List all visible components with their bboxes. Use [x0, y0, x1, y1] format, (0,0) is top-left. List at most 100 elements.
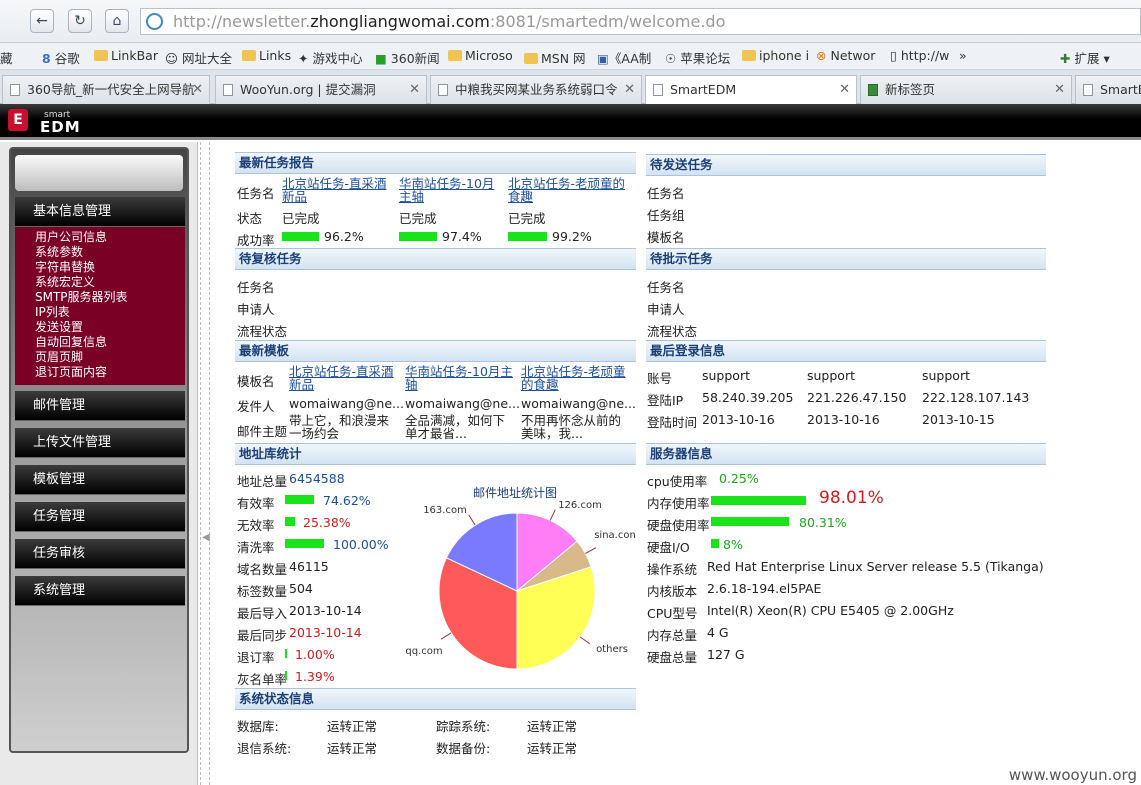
progress-bar [711, 539, 719, 548]
bookmark-item[interactable]: ■ 360新闻 [375, 48, 440, 67]
panel-title-server-info: 服务器信息 [646, 443, 1046, 465]
submenu-item[interactable]: 用户公司信息 [35, 230, 185, 245]
label-unsub-rate: 退订率 [237, 650, 275, 665]
bookmark-item[interactable]: 8 谷歌 [42, 48, 80, 67]
disk-usage-value: 80.31% [799, 515, 847, 530]
logo-text: EDM [40, 118, 81, 136]
menu-task[interactable]: 任务管理 [15, 502, 185, 532]
submenu-item[interactable]: IP列表 [35, 305, 185, 320]
label-disk-usage: 硬盘使用率 [647, 518, 710, 533]
panel-title-pending-approve: 待批示任务 [646, 248, 1046, 270]
home-button[interactable]: ⌂ [105, 9, 129, 33]
refresh-button[interactable]: ↻ [68, 9, 92, 33]
bookmark-item[interactable]: ▯ http://w [890, 48, 949, 63]
label-task-name: 任务名 [647, 186, 685, 201]
more-bookmarks-button[interactable]: » [959, 48, 967, 63]
page-icon: ▯ [890, 48, 897, 63]
collapse-arrow-icon[interactable]: ◀ [202, 532, 210, 543]
watermark: www.wooyun.org [1008, 766, 1137, 784]
search-icon: ☉ [665, 51, 677, 66]
bookmark-item[interactable]: LinkBar [94, 48, 158, 63]
bookmark-item[interactable]: ▣《AA制 [597, 48, 651, 67]
extensions-button[interactable]: ✚ 扩展 ▾ [1060, 48, 1110, 67]
folder-icon [242, 50, 256, 61]
pie-label: 126.com [558, 500, 602, 511]
sidebar-splitter[interactable]: ◀ [200, 142, 210, 785]
url-bar[interactable]: http://newsletter.zhongliangwomai.com:80… [140, 8, 1141, 35]
submenu-item[interactable]: 发送设置 [35, 320, 185, 335]
close-icon[interactable]: ✕ [839, 76, 850, 103]
gamepad-icon: ✦ [298, 51, 309, 66]
close-icon[interactable]: ✕ [624, 76, 635, 103]
tab-360[interactable]: 360导航_新一代安全上网导航 ✕ [2, 75, 210, 104]
gray-rate-value: 1.39% [295, 669, 335, 684]
label-account: 账号 [647, 371, 673, 386]
label-mem-total: 内存总量 [647, 628, 698, 643]
submenu-item[interactable]: 字符串替换 [35, 260, 185, 275]
bookmark-item[interactable]: ☉ 苹果论坛 [665, 48, 730, 67]
submenu-item[interactable]: 页眉页脚 [35, 350, 185, 365]
menu-system[interactable]: 系统管理 [15, 576, 185, 606]
label-status: 状态 [237, 211, 263, 226]
bookmark-item[interactable]: ☺ 网址大全 [165, 48, 232, 67]
submenu-item[interactable]: 退订页面内容 [35, 365, 185, 380]
template-subject: 不用再怀念从前的美味，我... [521, 413, 622, 441]
tab-smartedm[interactable]: SmartEDM ✕ [645, 75, 857, 105]
menu-task-review[interactable]: 任务审核 [15, 539, 185, 569]
menu-basic-info[interactable]: 基本信息管理 [15, 197, 185, 227]
tab-womai[interactable]: 中粮我买网某业务系统弱口令 ✕ [430, 75, 642, 104]
bookmark-item[interactable]: ⊗ Networ [816, 48, 875, 63]
template-link[interactable]: 北京站任务-老顽童的食趣 [521, 365, 635, 391]
folder-icon [524, 53, 538, 64]
pie-leader-line [440, 632, 452, 640]
tab-bar: 360导航_新一代安全上网导航 ✕ WooYun.org | 提交漏洞 ✕ 中粮我买… [0, 70, 1141, 105]
progress-bar [285, 671, 287, 680]
bookmark-item[interactable]: Links [242, 48, 291, 63]
task-link[interactable]: 北京站任务-老顽童的食趣 [508, 177, 634, 203]
close-icon[interactable]: ✕ [1054, 76, 1065, 103]
url-prefix: http://newsletter. [173, 12, 311, 31]
image-icon: ▣ [597, 51, 609, 66]
sidebar-area: 基本信息管理 用户公司信息 系统参数 字符串替换 系统宏定义 SMTP服务器列表… [0, 142, 198, 785]
chart-title: 邮件地址统计图 [473, 486, 557, 500]
bookmark-item[interactable]: ✦ 游戏中心 [298, 48, 362, 67]
bookmarks-bar: 藏 8 谷歌 LinkBar ☺ 网址大全 Links ✦ 游戏中心 ■ 360… [0, 43, 1141, 70]
valid-rate-value: 74.62% [323, 493, 371, 508]
login-ip: 58.240.39.205 [702, 390, 794, 405]
mem-usage-value: 98.01% [819, 488, 884, 508]
template-link[interactable]: 北京站任务-直采酒新品 [289, 365, 403, 391]
label-last-sync: 最后同步 [237, 628, 288, 643]
template-link[interactable]: 华南站任务-10月主轴 [405, 365, 517, 391]
progress-bar [285, 517, 295, 526]
label-task-group: 任务组 [647, 208, 685, 223]
folder-icon [94, 50, 108, 61]
status-label: 数据备份: [436, 741, 491, 756]
pie-leader-line [579, 636, 591, 645]
bookmark-item[interactable]: Microso [448, 48, 513, 63]
label-template-name: 模板名 [647, 230, 685, 245]
back-button[interactable]: ← [30, 9, 54, 33]
close-icon[interactable]: ✕ [409, 76, 420, 103]
kernel-value: 2.6.18-194.el5PAE [707, 581, 822, 596]
submenu-item[interactable]: 系统宏定义 [35, 275, 185, 290]
submenu-item[interactable]: 自动回复信息 [35, 335, 185, 350]
bookmark-item[interactable]: 藏 [0, 48, 13, 67]
submenu-item[interactable]: 系统参数 [35, 245, 185, 260]
tab-wooyun[interactable]: WooYun.org | 提交漏洞 ✕ [215, 75, 427, 104]
bookmark-item[interactable]: iphone i [742, 48, 809, 63]
menu-upload[interactable]: 上传文件管理 [15, 428, 185, 458]
close-icon[interactable]: ✕ [192, 76, 203, 103]
label-success-rate: 成功率 [237, 233, 275, 248]
bookmark-item[interactable]: MSN 网 [524, 48, 586, 67]
tab-smartedm-2[interactable]: SmartE [1075, 75, 1141, 104]
task-link[interactable]: 北京站任务-直采酒新品 [282, 177, 397, 203]
submenu-item[interactable]: SMTP服务器列表 [35, 290, 185, 305]
panel-title-address-stats: 地址库统计 [235, 443, 636, 465]
menu-mail[interactable]: 邮件管理 [15, 391, 185, 421]
menu-template[interactable]: 模板管理 [15, 465, 185, 495]
label-domains: 域名数量 [237, 562, 288, 577]
status-label: 踪踪系统: [436, 719, 491, 734]
label-applicant: 申请人 [647, 302, 685, 317]
tab-new[interactable]: 新标签页 ✕ [860, 75, 1072, 104]
task-link[interactable]: 华南站任务-10月主轴 [399, 177, 506, 203]
